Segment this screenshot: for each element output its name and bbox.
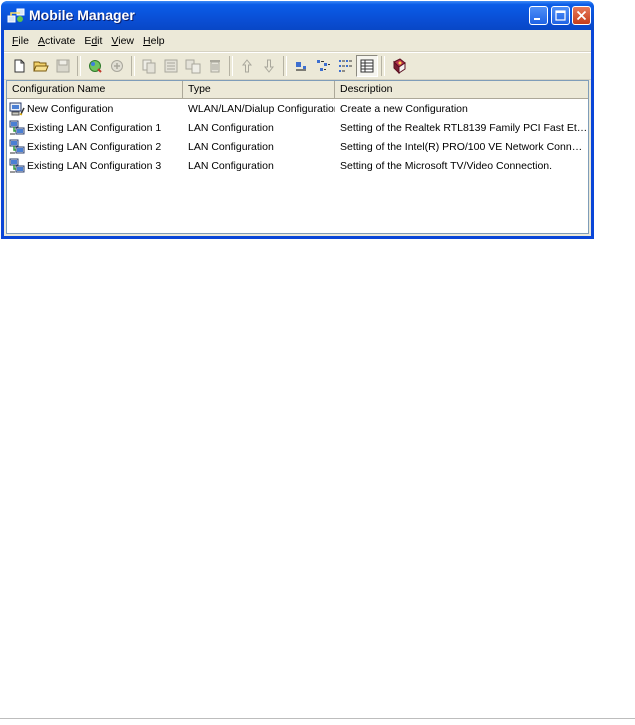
deactivate-button[interactable]: [106, 55, 128, 77]
column-header-description[interactable]: Description: [335, 81, 588, 98]
cell-description: Setting of the Realtek RTL8139 Family PC…: [340, 121, 588, 134]
menu-help-rest: elp: [150, 34, 165, 47]
large-icons-icon: [296, 62, 306, 71]
minimize-button[interactable]: [529, 6, 548, 25]
lan-config-icon: [9, 158, 25, 173]
help-button[interactable]: [388, 55, 410, 77]
menu-view[interactable]: View: [107, 35, 139, 47]
menu-bar: File Activate Edit View Help: [4, 30, 591, 52]
new-config-icon: [9, 102, 25, 116]
list-icon: [339, 60, 352, 72]
menu-edit[interactable]: Edit: [80, 35, 107, 47]
toolbar-separator: [229, 56, 233, 76]
close-button[interactable]: [572, 6, 591, 25]
cell-type: WLAN/LAN/Dialup Configuration: [188, 102, 335, 115]
large-icons-button[interactable]: [290, 55, 312, 77]
toolbar-separator: [77, 56, 81, 76]
activate-button[interactable]: [84, 55, 106, 77]
list-row-lan-configuration-1[interactable]: Existing LAN Configuration 1 LAN Configu…: [7, 118, 588, 137]
cell-name: Existing LAN Configuration 1: [7, 120, 183, 136]
lan-config-icon: [9, 139, 25, 154]
list-row-lan-configuration-3[interactable]: Existing LAN Configuration 3 LAN Configu…: [7, 156, 588, 175]
menu-file[interactable]: File: [8, 35, 34, 47]
menu-activate-accel: A: [37, 34, 45, 47]
cell-description: Setting of the Intel(R) PRO/100 VE Netwo…: [340, 140, 588, 153]
maximize-button[interactable]: [551, 6, 570, 25]
move-down-button[interactable]: [258, 55, 280, 77]
open-button[interactable]: [30, 55, 52, 77]
small-icons-icon: [317, 60, 330, 71]
row-name: Existing LAN Configuration 1: [27, 121, 162, 134]
deactivate-icon: [111, 60, 123, 72]
mobile-manager-window: Mobile Manager File Activate Edit View H…: [1, 1, 594, 239]
new-button[interactable]: [8, 55, 30, 77]
move-up-button[interactable]: [236, 55, 258, 77]
save-icon: [56, 59, 70, 73]
import-icon: [185, 59, 201, 74]
open-icon: [33, 61, 49, 72]
minimize-icon: [534, 18, 540, 20]
properties-icon: [164, 59, 178, 73]
cell-name: Existing LAN Configuration 2: [7, 139, 183, 155]
details-button[interactable]: [356, 55, 378, 77]
toolbar-separator: [131, 56, 135, 76]
page-divider: [0, 718, 635, 719]
menu-activate-rest: ctivate: [44, 34, 76, 47]
row-name: New Configuration: [27, 102, 114, 115]
column-header-type[interactable]: Type: [183, 81, 335, 98]
title-bar[interactable]: Mobile Manager: [1, 1, 594, 30]
list-row-lan-configuration-2[interactable]: Existing LAN Configuration 2 LAN Configu…: [7, 137, 588, 156]
toolbar-separator: [283, 56, 287, 76]
cell-type: LAN Configuration: [188, 159, 274, 172]
menu-edit-rest: it: [97, 34, 103, 47]
configuration-list[interactable]: Configuration Name Type Description New …: [6, 80, 589, 234]
cell-description: Setting of the Microsoft TV/Video Connec…: [340, 159, 553, 172]
lan-config-icon: [9, 120, 25, 135]
close-icon: [576, 10, 587, 21]
cell-type: LAN Configuration: [188, 121, 274, 134]
menu-file-rest: ile: [18, 34, 29, 47]
row-name: Existing LAN Configuration 2: [27, 140, 162, 153]
menu-help-accel: H: [143, 34, 151, 47]
properties-button[interactable]: [160, 55, 182, 77]
move-down-icon: [263, 59, 275, 73]
app-network-icon: [7, 8, 25, 23]
menu-activate[interactable]: Activate: [34, 35, 80, 47]
cell-description: Create a new Configuration: [340, 102, 468, 115]
toolbar-separator: [381, 56, 385, 76]
small-icons-button[interactable]: [312, 55, 334, 77]
toolbar: [4, 52, 591, 80]
save-button[interactable]: [52, 55, 74, 77]
delete-button[interactable]: [204, 55, 226, 77]
menu-view-rest: iew: [118, 34, 135, 47]
activate-icon: [89, 60, 102, 73]
delete-icon: [210, 60, 220, 73]
copy-icon: [142, 59, 156, 74]
maximize-icon: [555, 10, 566, 21]
help-book-icon: [393, 58, 406, 74]
details-icon: [360, 59, 374, 73]
column-header-configuration-name[interactable]: Configuration Name: [7, 81, 183, 98]
cell-type: LAN Configuration: [188, 140, 274, 153]
list-button[interactable]: [334, 55, 356, 77]
list-row-new-configuration[interactable]: New Configuration WLAN/LAN/Dialup Config…: [7, 99, 588, 118]
row-name: Existing LAN Configuration 3: [27, 159, 162, 172]
new-icon: [14, 59, 25, 73]
cell-name: New Configuration: [7, 101, 183, 117]
window-title: Mobile Manager: [29, 7, 135, 23]
import-button[interactable]: [182, 55, 204, 77]
client-area: File Activate Edit View Help Configurati…: [4, 30, 591, 236]
menu-help[interactable]: Help: [139, 35, 170, 47]
cell-name: Existing LAN Configuration 3: [7, 158, 183, 174]
list-header: Configuration Name Type Description: [7, 81, 588, 99]
move-up-icon: [241, 59, 253, 73]
copy-button[interactable]: [138, 55, 160, 77]
